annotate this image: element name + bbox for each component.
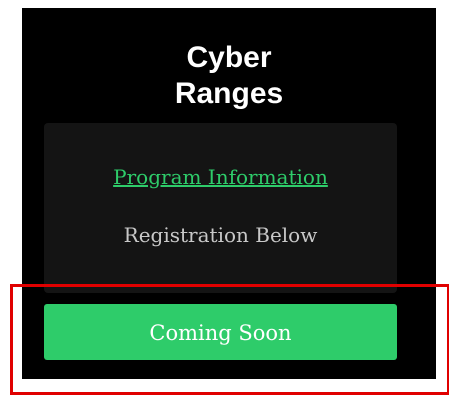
cyber-ranges-panel: Cyber Ranges Program Information Registr… [22, 8, 436, 379]
coming-soon-button[interactable]: Coming Soon [44, 304, 397, 360]
panel-title: Cyber Ranges [22, 40, 436, 112]
title-line-2: Ranges [174, 77, 284, 110]
program-information-link[interactable]: Program Information [44, 163, 397, 191]
registration-text: Registration Below [123, 223, 318, 247]
title-line-1: Cyber [186, 41, 272, 74]
info-card: Program Information Registration Below [44, 123, 397, 293]
